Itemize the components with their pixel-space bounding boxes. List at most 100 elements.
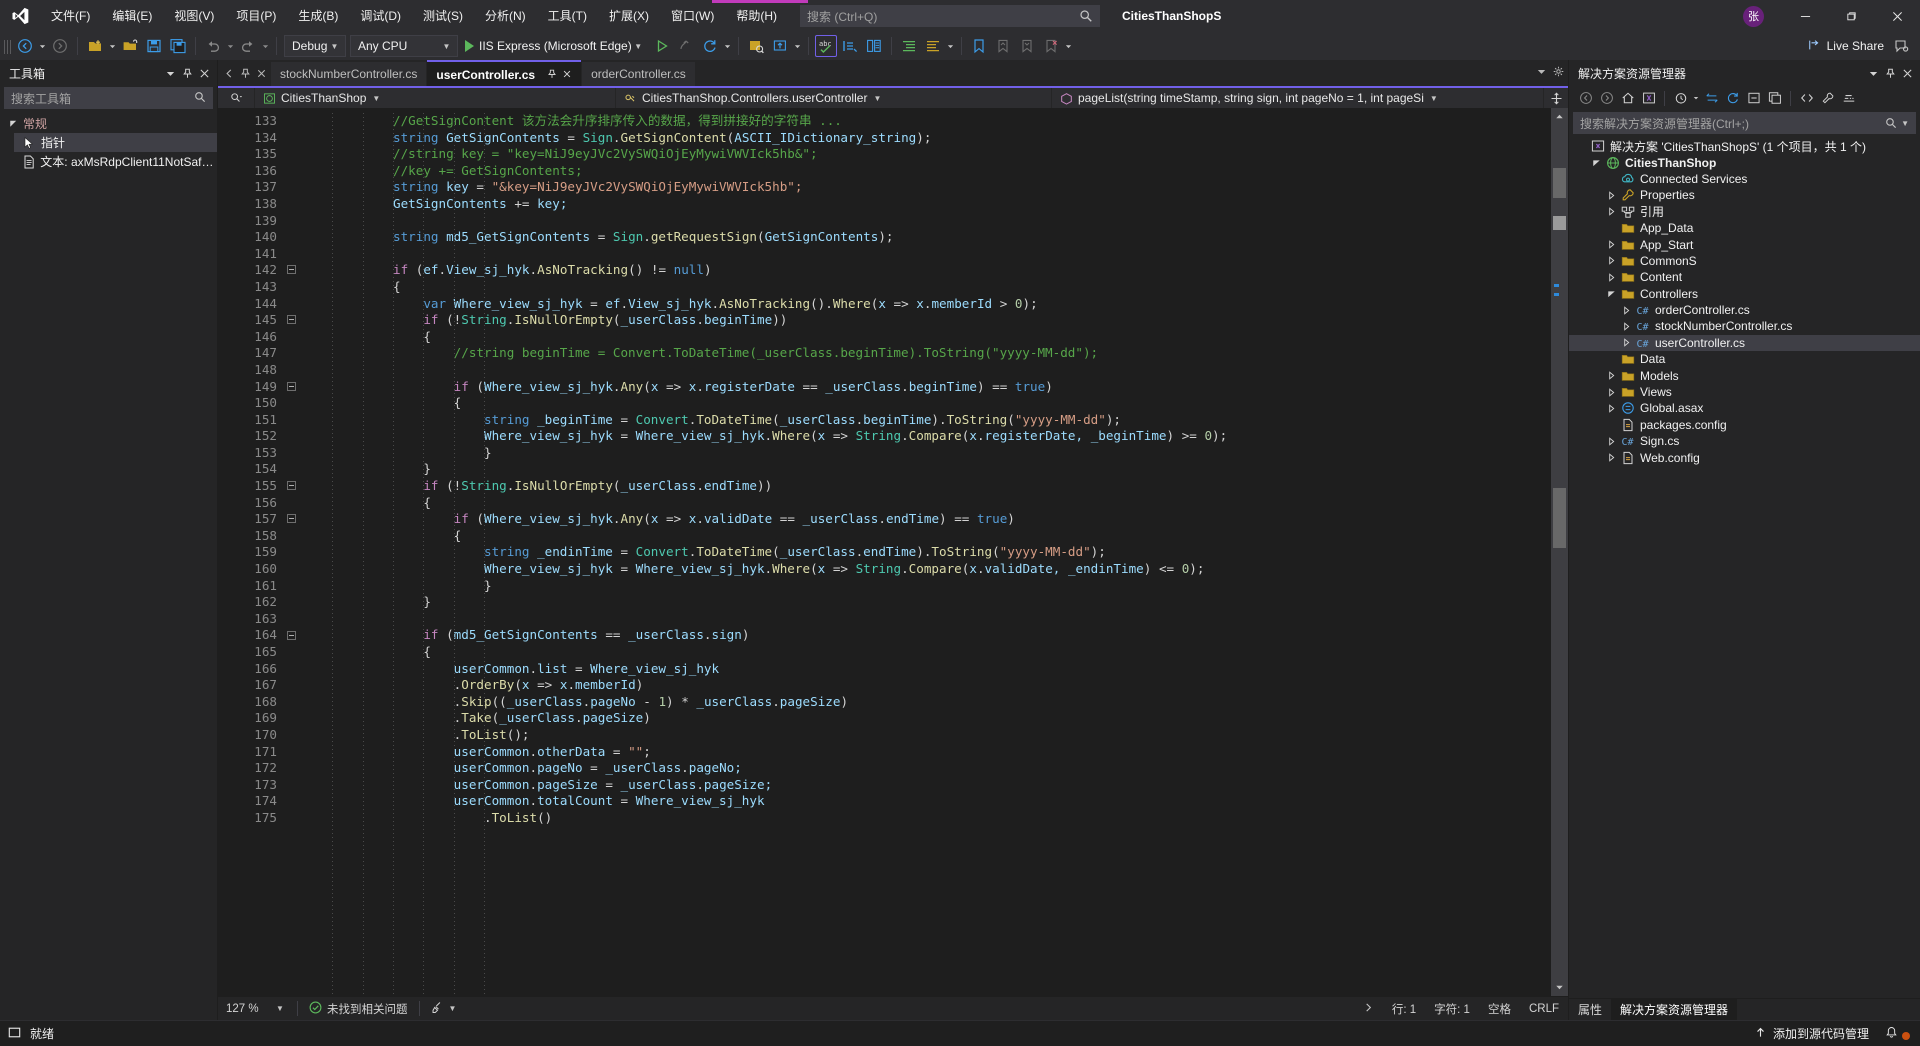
se-tree-item[interactable]: CommonS	[1569, 253, 1920, 269]
chevron-closed-icon[interactable]	[1620, 322, 1633, 331]
se-tree-item[interactable]: C# orderController.cs	[1569, 302, 1920, 318]
editor-settings-gear-icon[interactable]	[1547, 64, 1564, 82]
code-cleanup-button[interactable]: ▼	[427, 1001, 467, 1017]
menu-tools[interactable]: 工具(T)	[537, 0, 598, 32]
solution-explorer-search-input[interactable]: 搜索解决方案资源管理器(Ctrl+;) ▼	[1573, 112, 1916, 134]
se-tree-item[interactable]: C# Sign.cs	[1569, 433, 1920, 449]
browse-with-button[interactable]	[745, 35, 767, 57]
chevron-closed-icon[interactable]	[1605, 371, 1618, 380]
menu-file[interactable]: 文件(F)	[40, 0, 101, 32]
se-refresh-icon[interactable]	[1722, 88, 1743, 109]
refresh-dropdown-icon[interactable]	[722, 43, 733, 50]
toolbox-search-input[interactable]: 搜索工具箱	[4, 87, 213, 109]
code-editor-surface[interactable]: 133 134 135 136 137 138 139 140 141 142 143 144 145 1…	[218, 108, 1568, 996]
code-text[interactable]: //GetSignContent 该方法会升序排序传入的数据，得到拼接好的字符串…	[300, 108, 1551, 996]
vertical-scrollbar[interactable]	[1551, 108, 1568, 996]
clear-bookmarks-button[interactable]	[1040, 35, 1062, 57]
se-tree-item[interactable]: 解决方案 'CitiesThanShopS' (1 个项目，共 1 个)	[1569, 138, 1920, 154]
se-preview-icon[interactable]	[1838, 88, 1859, 109]
tabstrip-pin-icon[interactable]	[237, 68, 253, 79]
se-sync-with-active-document-icon[interactable]	[1701, 88, 1722, 109]
scrollbar-thumb[interactable]	[1553, 168, 1566, 198]
live-share-button[interactable]: Live Share	[1802, 38, 1890, 55]
next-bookmark-button[interactable]	[1016, 35, 1038, 57]
tab-close-icon[interactable]	[557, 68, 572, 82]
line-ending-indicator[interactable]: CRLF	[1520, 1003, 1568, 1015]
menu-analyze[interactable]: 分析(N)	[474, 0, 537, 32]
se-tree-item[interactable]: packages.config	[1569, 417, 1920, 433]
solution-platform-combo[interactable]: Any CPU ▼	[350, 35, 458, 57]
issue-status[interactable]: 未找到相关问题	[305, 1001, 412, 1017]
notifications-button[interactable]	[1877, 1026, 1912, 1042]
se-tree-item[interactable]: Properties	[1569, 187, 1920, 203]
undo-dropdown-icon[interactable]	[225, 43, 236, 50]
se-tree-item[interactable]: Models	[1569, 367, 1920, 383]
start-debug-button[interactable]: IIS Express (Microsoft Edge) ▼	[460, 35, 650, 57]
spell-check-button[interactable]: abc	[814, 35, 837, 57]
solution-configuration-combo[interactable]: Debug ▼	[284, 35, 346, 57]
toolbox-group-general[interactable]: 常规	[0, 114, 217, 133]
se-tree-item[interactable]: Content	[1569, 269, 1920, 285]
se-tree-item[interactable]: CitiesThanShop	[1569, 154, 1920, 170]
new-project-button[interactable]	[84, 35, 106, 57]
se-new-folder-icon[interactable]	[1764, 88, 1785, 109]
new-project-dropdown-icon[interactable]	[107, 43, 118, 50]
se-collapse-all-icon[interactable]	[1743, 88, 1764, 109]
save-button[interactable]	[143, 35, 165, 57]
menu-build[interactable]: 生成(B)	[287, 0, 349, 32]
comment-dropdown-icon[interactable]	[945, 43, 956, 50]
se-tree-item[interactable]: Web.config	[1569, 449, 1920, 465]
comment-selection-button[interactable]	[898, 35, 920, 57]
scrollbar-thumb-main[interactable]	[1553, 488, 1566, 548]
chevron-closed-icon[interactable]	[1605, 273, 1618, 282]
step-into-button[interactable]	[839, 35, 861, 57]
tab-pin-icon[interactable]	[542, 68, 557, 82]
toolbar-grip[interactable]	[4, 37, 11, 55]
navbar-type-combo[interactable]: CitiesThanShop.Controllers.userControlle…	[616, 88, 1051, 108]
navbar-project-combo[interactable]: CitiesThanShop ▼	[255, 88, 615, 108]
chevron-open-icon[interactable]	[1605, 289, 1618, 298]
redo-dropdown-icon[interactable]	[260, 43, 271, 50]
close-button[interactable]	[1874, 0, 1920, 32]
maximize-restore-button[interactable]	[1828, 0, 1874, 32]
menu-view[interactable]: 视图(V)	[163, 0, 225, 32]
chevron-closed-icon[interactable]	[1605, 387, 1618, 397]
se-tree-item[interactable]: Views	[1569, 384, 1920, 400]
se-search-dropdown-icon[interactable]: ▼	[1901, 119, 1909, 128]
publish-button[interactable]	[769, 35, 791, 57]
zoom-dropdown-icon[interactable]: ▼	[276, 1004, 290, 1013]
se-pending-dropdown-icon[interactable]	[1691, 95, 1701, 101]
toolbox-close-icon[interactable]	[196, 63, 213, 83]
menu-debug[interactable]: 调试(D)	[349, 0, 412, 32]
se-tree-item[interactable]: Controllers	[1569, 286, 1920, 302]
tab-userController[interactable]: userController.cs	[427, 60, 582, 86]
navigate-backward-button[interactable]	[14, 35, 36, 57]
attach-to-process-button[interactable]	[675, 35, 697, 57]
previous-bookmark-button[interactable]	[992, 35, 1014, 57]
navbar-member-combo[interactable]: pageList(string timeStamp, string sign, …	[1052, 88, 1543, 108]
se-forward-icon[interactable]	[1596, 88, 1617, 109]
chevron-closed-icon[interactable]	[1605, 191, 1618, 200]
chevron-closed-icon[interactable]	[1605, 437, 1618, 446]
publish-dropdown-icon[interactable]	[792, 43, 803, 50]
save-all-button[interactable]	[167, 35, 189, 57]
chevron-open-icon[interactable]	[1590, 158, 1603, 167]
toolbox-dropdown-icon[interactable]	[162, 63, 179, 83]
tab-list-dropdown-icon[interactable]	[1530, 64, 1547, 82]
tabstrip-close-icon[interactable]	[253, 68, 269, 79]
tab-solution-explorer[interactable]: 解决方案资源管理器	[1611, 998, 1738, 1021]
menu-project[interactable]: 项目(P)	[225, 0, 287, 32]
chevron-closed-icon[interactable]	[1605, 256, 1618, 266]
se-home-icon[interactable]	[1617, 88, 1638, 109]
chevron-closed-icon[interactable]	[1605, 404, 1618, 413]
menu-help[interactable]: 帮助(H)	[725, 0, 788, 32]
tab-orderController[interactable]: orderController.cs	[582, 62, 695, 86]
toolbar-overflow-icon[interactable]	[1063, 43, 1074, 50]
navbar-search-icon[interactable]	[218, 88, 254, 108]
solution-explorer-pin-icon[interactable]	[1882, 63, 1899, 83]
user-avatar[interactable]: 张	[1743, 5, 1764, 27]
chevron-closed-icon[interactable]	[1605, 240, 1618, 249]
se-tree-item[interactable]: 引用	[1569, 204, 1920, 220]
toolbox-pin-icon[interactable]	[179, 63, 196, 83]
se-tree-item[interactable]: Global.asax	[1569, 400, 1920, 416]
